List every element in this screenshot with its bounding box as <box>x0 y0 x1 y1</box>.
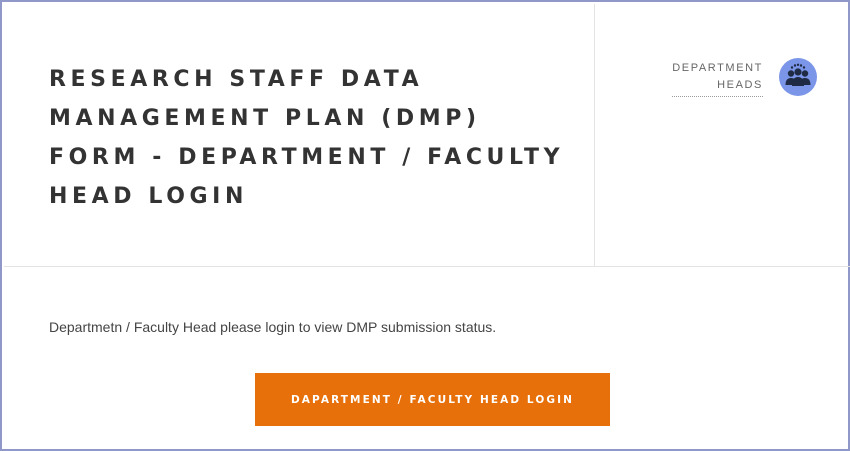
user-menu[interactable]: DEPARTMENT HEADS <box>595 4 850 266</box>
user-role-label[interactable]: DEPARTMENT HEADS <box>672 60 763 97</box>
user-role-label-line2: HEADS <box>717 79 763 91</box>
page-header: RESEARCH STAFF DATA MANAGEMENT PLAN (DMP… <box>4 4 850 267</box>
department-head-login-button[interactable]: DAPARTMENT / FACULTY HEAD LOGIN <box>255 373 610 426</box>
main-content: Departmetn / Faculty Head please login t… <box>4 267 850 451</box>
avatar[interactable] <box>779 58 817 96</box>
title-area: RESEARCH STAFF DATA MANAGEMENT PLAN (DMP… <box>4 4 595 266</box>
page-title: RESEARCH STAFF DATA MANAGEMENT PLAN (DMP… <box>49 67 565 209</box>
page-frame: RESEARCH STAFF DATA MANAGEMENT PLAN (DMP… <box>0 0 850 451</box>
user-role-label-line1: DEPARTMENT <box>672 62 763 74</box>
group-icon <box>785 63 811 86</box>
login-instructions: Departmetn / Faculty Head please login t… <box>49 319 497 335</box>
